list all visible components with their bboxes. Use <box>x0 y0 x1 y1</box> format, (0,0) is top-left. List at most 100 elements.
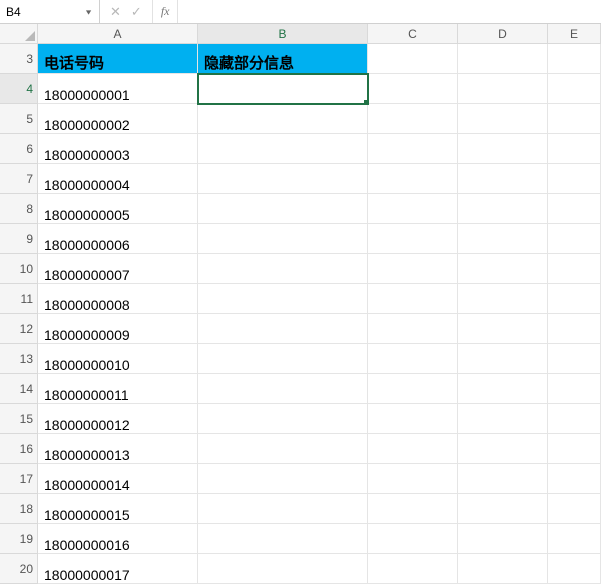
cell-B20[interactable] <box>198 554 368 584</box>
cell-C14[interactable] <box>368 374 458 404</box>
cell-B16[interactable] <box>198 434 368 464</box>
cell-D19[interactable] <box>458 524 548 554</box>
cell-C10[interactable] <box>368 254 458 284</box>
row-head[interactable]: 20 <box>0 554 38 584</box>
cell-E5[interactable] <box>548 104 601 134</box>
row-head[interactable]: 5 <box>0 104 38 134</box>
cell-D20[interactable] <box>458 554 548 584</box>
cell-D9[interactable] <box>458 224 548 254</box>
col-head-B[interactable]: B <box>198 24 368 44</box>
cell-D16[interactable] <box>458 434 548 464</box>
col-head-C[interactable]: C <box>368 24 458 44</box>
row-head[interactable]: 15 <box>0 404 38 434</box>
cell-A11[interactable]: 18000000008 <box>38 284 198 314</box>
cell-A18[interactable]: 18000000015 <box>38 494 198 524</box>
cell-C3[interactable] <box>368 44 458 74</box>
cell-D13[interactable] <box>458 344 548 374</box>
cell-E18[interactable] <box>548 494 601 524</box>
cell-D12[interactable] <box>458 314 548 344</box>
cell-B11[interactable] <box>198 284 368 314</box>
row-head[interactable]: 11 <box>0 284 38 314</box>
cell-B4[interactable] <box>198 74 368 104</box>
row-head[interactable]: 6 <box>0 134 38 164</box>
cell-A7[interactable]: 18000000004 <box>38 164 198 194</box>
cell-E12[interactable] <box>548 314 601 344</box>
cell-B9[interactable] <box>198 224 368 254</box>
col-head-D[interactable]: D <box>458 24 548 44</box>
cell-D8[interactable] <box>458 194 548 224</box>
cell-B3[interactable]: 隐藏部分信息 <box>198 44 368 74</box>
cell-C4[interactable] <box>368 74 458 104</box>
cell-A13[interactable]: 18000000010 <box>38 344 198 374</box>
row-head[interactable]: 13 <box>0 344 38 374</box>
name-box[interactable]: ▼ <box>0 0 100 23</box>
row-head[interactable]: 8 <box>0 194 38 224</box>
cell-B12[interactable] <box>198 314 368 344</box>
cell-C5[interactable] <box>368 104 458 134</box>
cell-D15[interactable] <box>458 404 548 434</box>
cell-D4[interactable] <box>458 74 548 104</box>
cell-A4[interactable]: 18000000001 <box>38 74 198 104</box>
cell-D14[interactable] <box>458 374 548 404</box>
cell-D17[interactable] <box>458 464 548 494</box>
col-head-A[interactable]: A <box>38 24 198 44</box>
cell-A9[interactable]: 18000000006 <box>38 224 198 254</box>
cell-B15[interactable] <box>198 404 368 434</box>
cell-A10[interactable]: 18000000007 <box>38 254 198 284</box>
cell-A16[interactable]: 18000000013 <box>38 434 198 464</box>
cell-E19[interactable] <box>548 524 601 554</box>
cell-C7[interactable] <box>368 164 458 194</box>
cell-E14[interactable] <box>548 374 601 404</box>
cell-C12[interactable] <box>368 314 458 344</box>
cell-D10[interactable] <box>458 254 548 284</box>
row-head[interactable]: 12 <box>0 314 38 344</box>
cell-E4[interactable] <box>548 74 601 104</box>
cell-E6[interactable] <box>548 134 601 164</box>
cell-B7[interactable] <box>198 164 368 194</box>
cell-A3[interactable]: 电话号码 <box>38 44 198 74</box>
cell-E3[interactable] <box>548 44 601 74</box>
cell-B13[interactable] <box>198 344 368 374</box>
cell-E7[interactable] <box>548 164 601 194</box>
cell-B14[interactable] <box>198 374 368 404</box>
cell-E16[interactable] <box>548 434 601 464</box>
cell-D5[interactable] <box>458 104 548 134</box>
cell-A8[interactable]: 18000000005 <box>38 194 198 224</box>
cell-B19[interactable] <box>198 524 368 554</box>
name-box-input[interactable] <box>4 4 74 20</box>
cell-C13[interactable] <box>368 344 458 374</box>
cell-B18[interactable] <box>198 494 368 524</box>
select-all-corner[interactable] <box>0 24 38 44</box>
cell-C20[interactable] <box>368 554 458 584</box>
cell-C9[interactable] <box>368 224 458 254</box>
cell-C16[interactable] <box>368 434 458 464</box>
row-head[interactable]: 16 <box>0 434 38 464</box>
cell-C11[interactable] <box>368 284 458 314</box>
cell-E10[interactable] <box>548 254 601 284</box>
fx-label[interactable]: fx <box>153 0 179 23</box>
cell-E13[interactable] <box>548 344 601 374</box>
cell-B8[interactable] <box>198 194 368 224</box>
cell-E20[interactable] <box>548 554 601 584</box>
cell-B6[interactable] <box>198 134 368 164</box>
cell-A19[interactable]: 18000000016 <box>38 524 198 554</box>
cell-A20[interactable]: 18000000017 <box>38 554 198 584</box>
cell-D6[interactable] <box>458 134 548 164</box>
cell-E8[interactable] <box>548 194 601 224</box>
cell-C8[interactable] <box>368 194 458 224</box>
cell-E17[interactable] <box>548 464 601 494</box>
cell-A17[interactable]: 18000000014 <box>38 464 198 494</box>
cell-A12[interactable]: 18000000009 <box>38 314 198 344</box>
cell-D18[interactable] <box>458 494 548 524</box>
row-head[interactable]: 17 <box>0 464 38 494</box>
cell-A6[interactable]: 18000000003 <box>38 134 198 164</box>
cell-E11[interactable] <box>548 284 601 314</box>
cell-E9[interactable] <box>548 224 601 254</box>
cell-D3[interactable] <box>458 44 548 74</box>
row-head[interactable]: 10 <box>0 254 38 284</box>
cell-C18[interactable] <box>368 494 458 524</box>
row-head[interactable]: 18 <box>0 494 38 524</box>
cell-C19[interactable] <box>368 524 458 554</box>
cell-C17[interactable] <box>368 464 458 494</box>
cell-B10[interactable] <box>198 254 368 284</box>
